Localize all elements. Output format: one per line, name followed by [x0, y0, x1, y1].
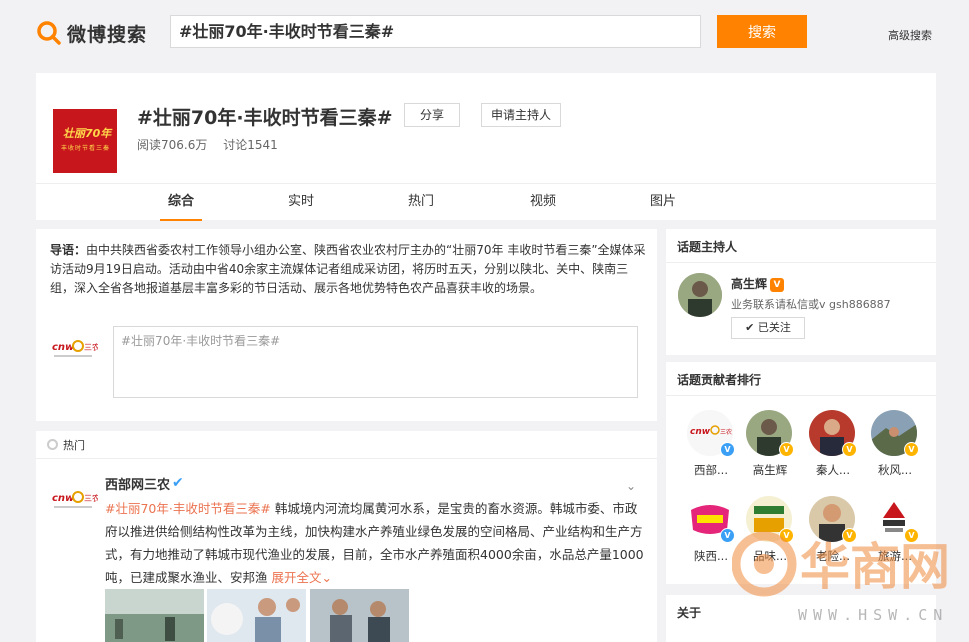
topic-title: #壮丽70年·丰收时节看三秦#	[137, 107, 393, 129]
contributor-item[interactable]: V 旅游...	[867, 496, 923, 566]
apply-host-button[interactable]: 申请主持人	[481, 103, 561, 127]
divider	[666, 395, 936, 396]
topic-stats: 阅读706.6万 讨论1541	[137, 136, 290, 153]
tab-realtime[interactable]: 实时	[280, 184, 322, 221]
contributor-name: 旅游...	[878, 549, 912, 563]
read-count: 阅读706.6万	[137, 138, 208, 152]
contributor-name: 老险...	[816, 549, 850, 563]
post-image-2[interactable]	[207, 589, 306, 642]
post-image-1[interactable]	[105, 589, 204, 642]
topic-cover-image: 壮丽70年 丰收时节看三秦	[53, 109, 117, 173]
follow-label: 已关注	[757, 321, 791, 334]
topic-header-card: 壮丽70年 丰收时节看三秦 #壮丽70年·丰收时节看三秦# 分享 申请主持人 阅…	[36, 73, 936, 221]
contributor-item[interactable]: V 秋风...	[867, 410, 923, 480]
contributor-ranking-card: 话题贡献者排行 cnw 三农 V 西部... V 高生辉 V 秦人... V 秋风…	[666, 362, 936, 584]
verified-gold-icon: V	[779, 528, 794, 543]
expand-full-text-link[interactable]: 展开全文⌄	[272, 570, 333, 585]
svg-text:三农: 三农	[84, 342, 98, 352]
tab-pictures[interactable]: 图片	[642, 184, 684, 221]
topic-cover-title: 壮丽70年	[63, 127, 112, 140]
intro-prefix: 导语：	[50, 243, 87, 257]
post-text: #壮丽70年·丰收时节看三秦# 韩城境内河流均属黄河水系，是宝贵的畜水资源。韩城…	[105, 497, 645, 589]
hot-feed-card: 热门 cnw 三农 西部网三农 ✔ ⌄ #壮丽70年·丰收时节看三秦# 韩城境内…	[36, 431, 657, 642]
topic-cover-subtitle: 丰收时节看三秦	[61, 145, 111, 152]
top-bar: 微博搜索 #壮丽70年·丰收时节看三秦# 搜索 高级搜索	[0, 0, 969, 62]
post-image-3[interactable]	[310, 589, 409, 642]
contributor-name: 品味...	[753, 549, 787, 563]
contributor-name: 陕西...	[694, 549, 728, 563]
chevron-down-icon[interactable]: ⌄	[626, 479, 636, 493]
followed-button[interactable]: ✔ 已关注	[731, 317, 805, 339]
hot-icon	[47, 439, 58, 450]
svg-text:cnw: cnw	[52, 342, 75, 353]
host-avatar[interactable]	[678, 273, 722, 317]
check-icon: ✔	[745, 321, 758, 334]
about-section-title: 关于	[677, 606, 702, 620]
verified-blue-icon: V	[720, 442, 735, 457]
host-name-text: 高生辉	[731, 277, 768, 291]
verified-blue-icon: V	[720, 528, 735, 543]
verified-gold-icon: V	[904, 442, 919, 457]
svg-text:cnw: cnw	[690, 427, 711, 437]
svg-text:三农: 三农	[720, 428, 732, 436]
logo-text: 微博搜索	[67, 23, 148, 46]
cnwest-sannong-logo-icon: cnw 三农	[50, 334, 100, 364]
share-button[interactable]: 分享	[404, 103, 460, 127]
contributor-item[interactable]: V 高生辉	[742, 410, 798, 480]
verified-gold-icon: V	[842, 442, 857, 457]
search-logo-icon	[36, 20, 62, 46]
discussion-count: 讨论1541	[223, 138, 278, 152]
contributor-name: 秦人...	[816, 463, 850, 477]
verified-gold-icon: V	[770, 278, 785, 292]
topic-tabs: 综合 实时 热门 视频 图片	[36, 183, 936, 221]
contributor-name: 西部...	[694, 463, 728, 477]
search-button[interactable]: 搜索	[717, 15, 807, 48]
expand-label: 展开全文	[271, 570, 322, 585]
tab-hot[interactable]: 热门	[400, 184, 442, 221]
contributor-item[interactable]: cnw 三农 V 西部...	[683, 410, 739, 480]
verified-gold-icon: V	[904, 528, 919, 543]
contributor-name: 秋风...	[878, 463, 912, 477]
contributor-name: 高生辉	[752, 463, 788, 477]
search-input[interactable]: #壮丽70年·丰收时节看三秦#	[170, 15, 701, 48]
contributor-item[interactable]: V 秦人...	[805, 410, 861, 480]
about-card: 关于	[666, 595, 936, 642]
compose-input[interactable]: #壮丽70年·丰收时节看三秦#	[113, 326, 638, 398]
host-section-title: 话题主持人	[677, 240, 738, 254]
feed-section-header: 热门	[36, 431, 657, 459]
svg-text:cnw: cnw	[52, 493, 75, 504]
verified-gold-icon: V	[842, 528, 857, 543]
host-name[interactable]: 高生辉 V	[731, 275, 785, 292]
weibo-search-logo[interactable]: 微博搜索	[36, 18, 147, 48]
post-hashtag[interactable]: #壮丽70年·丰收时节看三秦#	[105, 501, 271, 516]
tab-video[interactable]: 视频	[522, 184, 564, 221]
topic-intro-text: 导语：由中共陕西省委农村工作领导小组办公室、陕西省农业农村厅主办的“壮丽70年 …	[50, 241, 646, 298]
intro-body: 由中共陕西省委农村工作领导小组办公室、陕西省农业农村厅主办的“壮丽70年 丰收时…	[50, 243, 646, 295]
post-author-avatar[interactable]: cnw 三农	[50, 485, 100, 515]
rank-section-title: 话题贡献者排行	[677, 373, 762, 387]
divider	[666, 262, 936, 263]
verified-gold-icon: V	[779, 442, 794, 457]
contributor-item[interactable]: V 老险...	[805, 496, 861, 566]
contributor-item[interactable]: V 陕西...	[683, 496, 739, 566]
svg-text:三农: 三农	[84, 493, 98, 503]
host-description: 业务联系请私信或v gsh886887	[731, 298, 891, 311]
advanced-search-link[interactable]: 高级搜索	[888, 27, 932, 43]
topic-intro-card: 导语：由中共陕西省委农村工作领导小组办公室、陕西省农业农村厅主办的“壮丽70年 …	[36, 229, 657, 421]
contributor-item[interactable]: V 品味...	[742, 496, 798, 566]
verified-blue-icon: ✔	[172, 475, 184, 491]
topic-host-card: 话题主持人 高生辉 V 业务联系请私信或v gsh886887 ✔ 已关注	[666, 229, 936, 355]
feed-section-label: 热门	[63, 439, 85, 452]
post-author-name[interactable]: 西部网三农	[105, 474, 170, 493]
tab-comprehensive[interactable]: 综合	[160, 184, 202, 221]
